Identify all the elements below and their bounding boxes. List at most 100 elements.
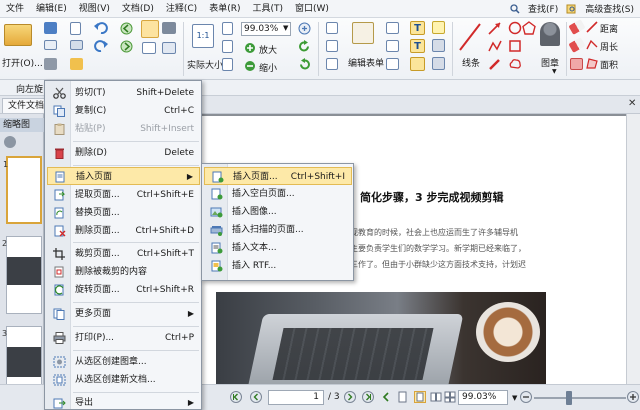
search-button[interactable]: 查找(F) [528, 2, 558, 15]
last-page-icon[interactable] [362, 391, 374, 403]
perimeter-icon[interactable] [586, 39, 598, 51]
callout-icon[interactable] [410, 57, 425, 71]
redo-icon[interactable] [94, 40, 108, 52]
menu-item-cut[interactable]: 剪切(T) Shift+Delete [47, 84, 200, 102]
zoom-plus-small-icon[interactable] [298, 22, 311, 35]
menu-item-paste[interactable]: 粘贴(P) Shift+Insert [47, 120, 200, 138]
actual-size-icon[interactable]: 1:1 [192, 24, 214, 48]
form-field-icon[interactable] [326, 22, 338, 34]
zoom-slider[interactable] [534, 397, 626, 399]
submenu-item-insert-rtf[interactable]: 插入 RTF... [204, 257, 352, 275]
menu-form[interactable]: 表单(R) [203, 0, 246, 18]
menu-edit[interactable]: 编辑(E) [30, 0, 73, 18]
menu-item-doc-from-selection[interactable]: 从选区创建新文档... [47, 371, 200, 389]
facing-pages-icon[interactable] [430, 391, 442, 403]
menu-item-rotate-pages[interactable]: 旋转页面... Ctrl+Shift+R [47, 281, 200, 299]
email-icon[interactable] [44, 40, 57, 50]
hand-tool-icon[interactable] [141, 20, 159, 38]
submenu-item-insert-scanned[interactable]: 插入扫描的页面... [204, 221, 352, 239]
printer-icon[interactable] [44, 58, 57, 70]
advanced-search-button[interactable]: 高级查找(S) [585, 2, 634, 15]
menu-item-insert-pages[interactable]: 插入页面 ▶ [47, 167, 200, 185]
tab-document[interactable]: 文件文档 [2, 98, 51, 113]
menu-view[interactable]: 视图(V) [73, 0, 116, 18]
menu-item-more-pages[interactable]: 更多页面 ▶ [47, 305, 200, 323]
list-box-icon[interactable] [386, 40, 399, 52]
perimeter-button[interactable]: 周长 [600, 40, 618, 53]
zoom-slider-handle[interactable] [566, 391, 572, 405]
form-radio-icon[interactable] [326, 58, 338, 70]
zoom-in-icon[interactable] [244, 42, 256, 54]
rotate-ccw-icon[interactable] [298, 58, 311, 71]
open-button[interactable]: 打开(O)... [2, 56, 43, 69]
pentagon-tool-icon[interactable] [522, 21, 536, 35]
undo-icon[interactable] [94, 22, 108, 34]
attachment-icon[interactable] [432, 39, 445, 52]
menu-file[interactable]: 文件 [0, 0, 30, 18]
sound-icon[interactable] [432, 57, 445, 70]
menu-item-replace-pages[interactable]: 替换页面... [47, 204, 200, 222]
properties-icon[interactable] [70, 58, 83, 70]
zoom-dropdown-arrow[interactable]: ▼ [283, 24, 288, 32]
menu-comment[interactable]: 注释(C) [160, 0, 203, 18]
scan-icon[interactable] [70, 40, 83, 50]
menu-tools[interactable]: 工具(T) [246, 0, 289, 18]
fit-width-icon[interactable] [222, 40, 233, 53]
lines-button[interactable]: 线条 [462, 56, 480, 69]
menu-item-copy[interactable]: 复制(C) Ctrl+C [47, 102, 200, 120]
zoom-in-small-icon[interactable] [627, 391, 639, 403]
go-back-icon[interactable] [380, 391, 392, 403]
combo-box-icon[interactable] [386, 58, 399, 70]
textbox-icon[interactable]: T [410, 39, 425, 53]
edit-form-button[interactable]: 编辑表单 [348, 56, 384, 69]
actual-size-button[interactable]: 实际大小 [187, 58, 223, 71]
rectangle-tool-icon[interactable] [508, 39, 522, 53]
single-page-icon[interactable] [396, 391, 408, 403]
area-icon[interactable] [586, 57, 598, 69]
menu-window[interactable]: 窗口(W) [289, 0, 335, 18]
stamp-dropdown-arrow[interactable]: ▼ [552, 68, 557, 75]
zoom-out-small-icon[interactable] [520, 391, 532, 403]
note-icon[interactable] [432, 21, 445, 34]
submenu-item-insert-blank[interactable]: 插入空白页面... [204, 185, 352, 203]
submenu-item-insert-image[interactable]: 插入图像... [204, 203, 352, 221]
first-page-icon[interactable] [230, 391, 242, 403]
highlight-icon[interactable] [568, 37, 586, 53]
typewriter-icon[interactable]: T [410, 21, 425, 35]
menu-item-export[interactable]: 导出 ▶ [47, 394, 200, 410]
zoom-out-button[interactable]: 缩小 [259, 61, 277, 74]
zoom-in-button[interactable]: 放大 [259, 43, 277, 56]
menu-item-delete-pages[interactable]: 删除页面... Ctrl+Shift+D [47, 222, 200, 240]
thumbnail-options-gear-icon[interactable] [4, 136, 16, 148]
menu-item-stamp-from-selection[interactable]: 从选区创建图章... [47, 353, 200, 371]
arrow-tool-icon[interactable] [488, 21, 502, 35]
mark-icon[interactable] [570, 58, 583, 70]
zoom-level-input[interactable]: 99.03% [458, 390, 508, 405]
edit-form-icon[interactable] [352, 22, 374, 44]
snapshot-icon[interactable] [162, 22, 176, 34]
menu-item-print[interactable]: 打印(P)... Ctrl+P [47, 329, 200, 347]
zoom-out-icon[interactable] [244, 60, 256, 72]
rotate-left-button[interactable]: 向左旋 [16, 82, 43, 95]
select-text-icon[interactable] [142, 42, 156, 54]
circle-tool-icon[interactable] [508, 21, 522, 35]
cloud-tool-icon[interactable] [508, 57, 522, 71]
page-number-input[interactable]: 1 [268, 390, 324, 405]
stamp-icon[interactable] [540, 22, 560, 46]
menu-item-delete[interactable]: 删除(D) Delete [47, 144, 200, 162]
new-doc-icon[interactable] [70, 22, 81, 35]
fit-visible-icon[interactable] [222, 58, 233, 71]
thumbnail-page-1[interactable]: 1 [3, 156, 42, 224]
save-icon[interactable] [44, 22, 57, 34]
area-button[interactable]: 面积 [600, 58, 618, 71]
rotate-cw-icon[interactable] [298, 40, 311, 53]
forward-icon[interactable] [120, 40, 133, 53]
eraser-icon[interactable] [568, 19, 586, 35]
menu-item-crop-pages[interactable]: 裁剪页面... Ctrl+Shift+T [47, 245, 200, 263]
folder-icon[interactable] [4, 24, 32, 46]
thumbnail-page-2[interactable]: 2 [2, 236, 42, 314]
zoom-level-dropdown-arrow[interactable]: ▼ [512, 394, 517, 402]
previous-page-icon[interactable] [250, 391, 262, 403]
distance-icon[interactable] [586, 21, 598, 33]
submenu-item-insert-text[interactable]: 插入文本... [204, 239, 352, 257]
